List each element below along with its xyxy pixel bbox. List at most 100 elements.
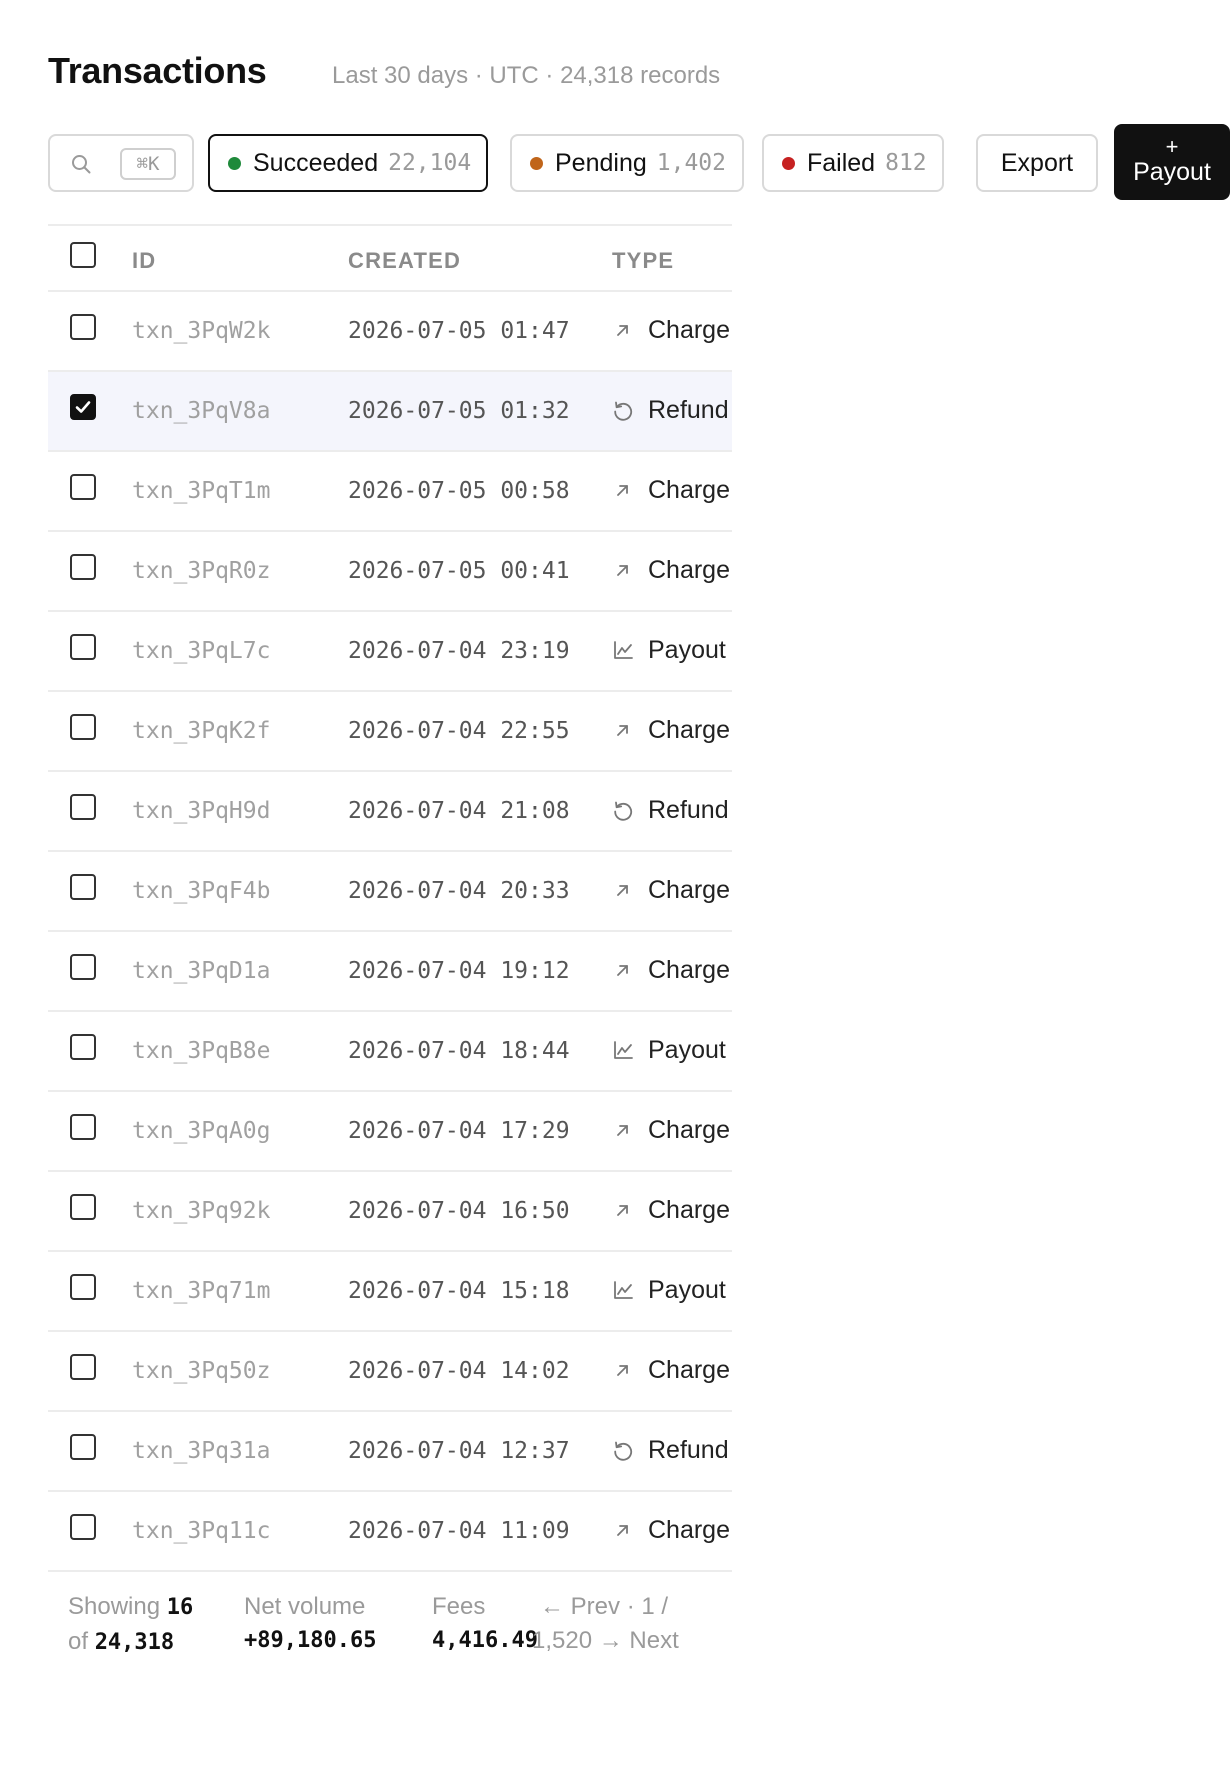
- transaction-type: Charge: [612, 1194, 732, 1226]
- transaction-type: Charge: [612, 554, 732, 586]
- row-checkbox[interactable]: [70, 1274, 96, 1300]
- row-checkbox[interactable]: [70, 554, 96, 580]
- refund-icon: [612, 799, 634, 821]
- row-checkbox[interactable]: [70, 1514, 96, 1540]
- row-checkbox[interactable]: [70, 794, 96, 820]
- row-checkbox[interactable]: [70, 1114, 96, 1140]
- row-checkbox[interactable]: [70, 394, 96, 420]
- filter-failed[interactable]: Failed 812: [762, 134, 944, 192]
- created-date: 2026-07-04 12:37: [348, 1438, 570, 1464]
- arrow-up-right-icon: [612, 479, 634, 501]
- created-date: 2026-07-04 14:02: [348, 1358, 570, 1384]
- filter-pending[interactable]: Pending 1,402: [510, 134, 744, 192]
- table-row[interactable]: txn_3PqW2k 2026-07-05 01:47 Charge: [48, 292, 732, 372]
- transaction-id[interactable]: txn_3PqR0z: [132, 558, 270, 584]
- row-checkbox[interactable]: [70, 474, 96, 500]
- table-row[interactable]: txn_3PqB8e 2026-07-04 18:44 Payout: [48, 1012, 732, 1092]
- search-input[interactable]: ⌘K: [48, 134, 194, 192]
- total-pages: 1,520: [532, 1627, 593, 1654]
- table-row[interactable]: txn_3PqD1a 2026-07-04 19:12 Charge: [48, 932, 732, 1012]
- created-date: 2026-07-04 20:33: [348, 878, 570, 904]
- table-row[interactable]: txn_3Pq71m 2026-07-04 15:18 Payout: [48, 1252, 732, 1332]
- arrow-up-right-icon: [612, 1119, 634, 1141]
- arrow-up-right-icon: [612, 959, 634, 981]
- column-header-id[interactable]: ID: [132, 248, 156, 274]
- transaction-type: Charge: [612, 474, 732, 506]
- total-count: 24,318: [94, 1630, 175, 1655]
- table-row[interactable]: txn_3PqA0g 2026-07-04 17:29 Charge: [48, 1092, 732, 1172]
- type-label: Charge: [648, 315, 730, 344]
- table-row[interactable]: txn_3PqL7c 2026-07-04 23:19 Payout: [48, 612, 732, 692]
- created-date: 2026-07-04 17:29: [348, 1118, 570, 1144]
- table-row[interactable]: txn_3PqH9d 2026-07-04 21:08 Refund: [48, 772, 732, 852]
- transaction-id[interactable]: txn_3Pq71m: [132, 1278, 270, 1304]
- new-payout-button[interactable]: + Payout: [1114, 124, 1230, 200]
- table-row[interactable]: txn_3Pq11c 2026-07-04 11:09 Charge: [48, 1492, 732, 1572]
- arrow-up-right-icon: [612, 1199, 634, 1221]
- transaction-id[interactable]: txn_3Pq31a: [132, 1438, 270, 1464]
- transaction-id[interactable]: txn_3PqD1a: [132, 958, 270, 984]
- showing-summary: Showing 16 of 24,318: [68, 1593, 194, 1655]
- type-label: Charge: [648, 955, 730, 984]
- toolbar: ⌘K Succeeded 22,104 Pending 1,402 Failed…: [48, 124, 1230, 200]
- row-checkbox[interactable]: [70, 634, 96, 660]
- arrow-up-right-icon: [612, 1359, 634, 1381]
- transaction-id[interactable]: txn_3PqB8e: [132, 1038, 270, 1064]
- search-icon: [72, 155, 91, 174]
- filter-label: Failed: [807, 148, 876, 177]
- chart-line-icon: [612, 639, 634, 661]
- transaction-id[interactable]: txn_3PqL7c: [132, 638, 270, 664]
- transaction-id[interactable]: txn_3PqW2k: [132, 318, 270, 344]
- export-button[interactable]: Export: [976, 134, 1098, 192]
- transaction-type: Refund: [612, 1434, 732, 1466]
- table-body: txn_3PqW2k 2026-07-05 01:47 Charge txn_3PqV…: [48, 292, 732, 1572]
- transaction-id[interactable]: txn_3PqA0g: [132, 1118, 270, 1144]
- column-header-type[interactable]: TYPE: [612, 248, 674, 274]
- net-volume-value: +89,180.65: [244, 1628, 377, 1653]
- type-label: Payout: [648, 635, 726, 664]
- status-dot-succeeded: [228, 156, 241, 170]
- arrow-up-right-icon: [612, 879, 634, 901]
- transaction-id[interactable]: txn_3PqV8a: [132, 398, 270, 424]
- status-dot-pending: [530, 156, 543, 170]
- row-checkbox[interactable]: [70, 1034, 96, 1060]
- showing-count: 16: [166, 1595, 194, 1620]
- table-row[interactable]: txn_3PqF4b 2026-07-04 20:33 Charge: [48, 852, 732, 932]
- row-checkbox[interactable]: [70, 1194, 96, 1220]
- table-row[interactable]: txn_3PqR0z 2026-07-05 00:41 Charge: [48, 532, 732, 612]
- row-checkbox[interactable]: [70, 874, 96, 900]
- transaction-id[interactable]: txn_3Pq50z: [132, 1358, 270, 1384]
- refund-icon: [612, 1439, 634, 1461]
- fees-label: Fees: [432, 1593, 486, 1620]
- table-row[interactable]: txn_3Pq50z 2026-07-04 14:02 Charge: [48, 1332, 732, 1412]
- row-checkbox[interactable]: [70, 314, 96, 340]
- refund-icon: [612, 399, 634, 421]
- transaction-id[interactable]: txn_3PqT1m: [132, 478, 270, 504]
- created-date: 2026-07-04 15:18: [348, 1278, 570, 1304]
- row-checkbox[interactable]: [70, 1434, 96, 1460]
- filter-count: 1,402: [656, 150, 726, 176]
- transaction-id[interactable]: txn_3PqF4b: [132, 878, 270, 904]
- prev-page-button[interactable]: ← Prev: [540, 1593, 620, 1620]
- column-header-created[interactable]: CREATED: [348, 248, 461, 274]
- type-label: Refund: [648, 1435, 729, 1464]
- table-row[interactable]: txn_3PqK2f 2026-07-04 22:55 Charge: [48, 692, 732, 772]
- transaction-id[interactable]: txn_3PqH9d: [132, 798, 270, 824]
- transaction-type: Charge: [612, 714, 732, 746]
- row-checkbox[interactable]: [70, 1354, 96, 1380]
- row-checkbox[interactable]: [70, 714, 96, 740]
- transaction-id[interactable]: txn_3Pq92k: [132, 1198, 270, 1224]
- transaction-id[interactable]: txn_3Pq11c: [132, 1518, 270, 1544]
- filter-succeeded[interactable]: Succeeded 22,104: [208, 134, 488, 192]
- transaction-id[interactable]: txn_3PqK2f: [132, 718, 270, 744]
- type-label: Refund: [648, 395, 729, 424]
- pagination: ← Prev · 1 / 1,520 → Next: [532, 1593, 679, 1654]
- select-all-checkbox[interactable]: [70, 242, 96, 268]
- table-row[interactable]: txn_3PqT1m 2026-07-05 00:58 Charge: [48, 452, 732, 532]
- table-row[interactable]: txn_3Pq92k 2026-07-04 16:50 Charge: [48, 1172, 732, 1252]
- table-row[interactable]: txn_3PqV8a 2026-07-05 01:32 Refund: [48, 372, 732, 452]
- transaction-type: Refund: [612, 794, 732, 826]
- table-row[interactable]: txn_3Pq31a 2026-07-04 12:37 Refund: [48, 1412, 732, 1492]
- row-checkbox[interactable]: [70, 954, 96, 980]
- next-page-button[interactable]: → Next: [599, 1627, 679, 1654]
